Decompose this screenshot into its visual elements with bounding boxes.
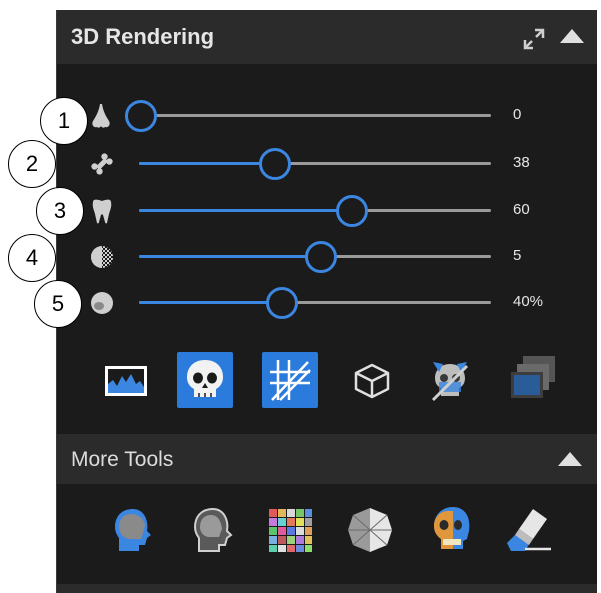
slider-fill bbox=[139, 301, 280, 304]
callout-4: 4 bbox=[8, 234, 56, 282]
slider-thumb[interactable] bbox=[258, 148, 291, 180]
overlay-windows-button[interactable] bbox=[505, 350, 561, 406]
callout-2: 2 bbox=[8, 140, 56, 188]
skull-crossed-button[interactable] bbox=[423, 354, 477, 408]
slider-thumb[interactable] bbox=[304, 241, 337, 273]
slider-row-bone: 38 bbox=[57, 146, 597, 182]
slider-thumb[interactable] bbox=[125, 100, 157, 132]
overlay-windows-icon bbox=[511, 356, 555, 398]
collapse-triangle-up-icon[interactable] bbox=[557, 24, 587, 48]
low-poly-sphere-icon bbox=[348, 508, 392, 552]
dither-sphere-icon bbox=[91, 246, 113, 268]
head-profile-outline-icon bbox=[193, 507, 233, 552]
head-profile-outline-button[interactable] bbox=[187, 505, 237, 555]
slider-thumb[interactable] bbox=[265, 287, 298, 319]
eraser-icon bbox=[507, 509, 551, 551]
clip-lines-icon bbox=[270, 360, 311, 401]
opacity-icon bbox=[91, 292, 113, 314]
color-palette-grid-icon bbox=[269, 509, 312, 552]
bone-icon bbox=[91, 153, 113, 175]
clip-lines-button[interactable] bbox=[262, 352, 318, 408]
slider-value: 38 bbox=[513, 154, 530, 171]
panel-title: 3D Rendering bbox=[71, 24, 215, 49]
slider-row-tooth: 60 bbox=[57, 193, 597, 229]
slider-fill bbox=[139, 209, 351, 212]
tooth-icon bbox=[92, 199, 112, 224]
color-palette-grid-button[interactable] bbox=[265, 505, 315, 555]
cube-outline-icon bbox=[354, 363, 390, 399]
head-profile-blue-icon bbox=[115, 509, 151, 551]
more-tools-title: More Tools bbox=[71, 448, 174, 471]
bone-slider[interactable] bbox=[139, 148, 491, 180]
slider-row-dither: 5 bbox=[57, 239, 597, 275]
dither-slider[interactable] bbox=[139, 241, 491, 273]
nose-soft-tissue-icon bbox=[92, 104, 110, 128]
skull-crossed-icon bbox=[431, 362, 469, 402]
more-tools-header: More Tools bbox=[57, 434, 597, 484]
slider-value: 60 bbox=[513, 201, 530, 218]
slider-fill bbox=[139, 255, 319, 258]
low-poly-sphere-button[interactable] bbox=[345, 505, 395, 555]
opacity-slider[interactable] bbox=[139, 287, 491, 319]
expand-arrows-icon[interactable] bbox=[521, 26, 547, 52]
slider-value: 0 bbox=[513, 106, 522, 123]
slider-row-soft-tissue: 0 bbox=[57, 98, 597, 134]
skull-render-icon bbox=[187, 360, 223, 397]
slider-fill bbox=[139, 162, 273, 165]
slider-value: 5 bbox=[513, 247, 522, 264]
callout-5: 5 bbox=[34, 280, 82, 328]
histogram-button[interactable] bbox=[101, 356, 151, 406]
soft-tissue-slider[interactable] bbox=[125, 100, 491, 132]
cube-button[interactable] bbox=[347, 356, 397, 406]
skull-orange-button[interactable] bbox=[425, 503, 477, 555]
more-tools-triangle-up-icon[interactable] bbox=[555, 448, 585, 470]
skull-render-button[interactable] bbox=[177, 352, 233, 408]
head-profile-blue-button[interactable] bbox=[107, 505, 157, 555]
slider-thumb[interactable] bbox=[336, 195, 369, 227]
panel-header: 3D Rendering bbox=[57, 10, 597, 64]
eraser-button[interactable] bbox=[503, 503, 557, 555]
skull-orange-icon bbox=[434, 507, 470, 549]
tooth-slider[interactable] bbox=[139, 195, 491, 227]
callout-3: 3 bbox=[36, 187, 84, 235]
slider-value: 40% bbox=[513, 293, 544, 310]
callout-1: 1 bbox=[40, 97, 88, 145]
slider-row-opacity: 40% bbox=[57, 285, 597, 321]
histogram-icon bbox=[105, 366, 147, 396]
panel-bottom-bar bbox=[57, 584, 597, 593]
3d-rendering-panel: 3D Rendering 0 38 60 5 40% More Tools bbox=[56, 10, 597, 593]
